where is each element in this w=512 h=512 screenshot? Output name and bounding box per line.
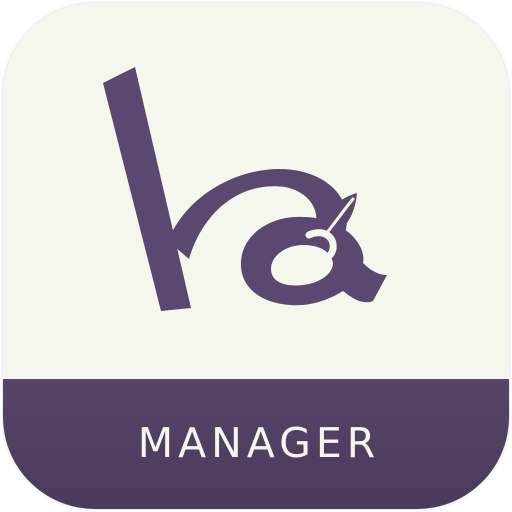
banner: MANAGER	[3, 379, 509, 509]
canvas: MANAGER	[0, 0, 512, 512]
monogram-stem	[103, 67, 191, 311]
ka-leaf-monogram-icon	[103, 67, 387, 311]
banner-label: MANAGER	[137, 419, 381, 467]
logo-area	[3, 3, 509, 379]
app-icon[interactable]: MANAGER	[3, 3, 509, 509]
